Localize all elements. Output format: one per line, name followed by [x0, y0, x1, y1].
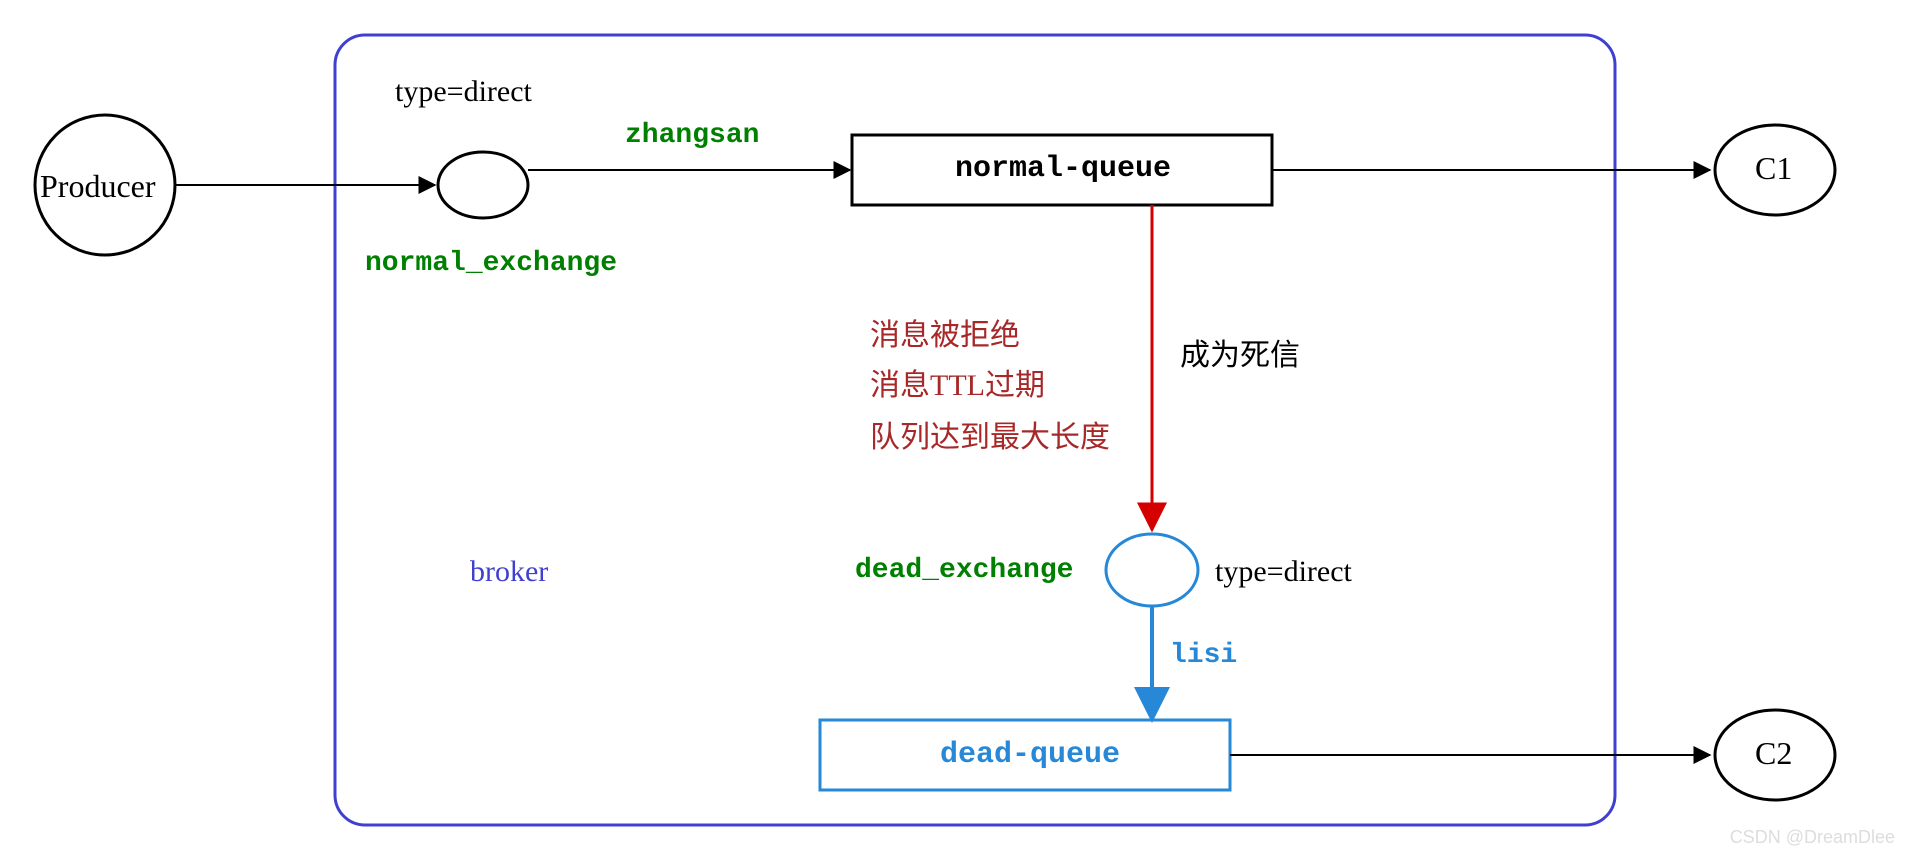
normal-exchange-name: normal_exchange — [365, 248, 617, 279]
dead-routing-key: lisi — [1170, 640, 1237, 671]
normal-exchange-node — [438, 152, 528, 218]
dead-reason-2: 消息TTL过期 — [870, 360, 1045, 404]
dead-reason-1: 消息被拒绝 — [870, 310, 1020, 354]
dead-becomes-label: 成为死信 — [1180, 330, 1300, 374]
dead-exchange-type: type=direct — [1215, 555, 1352, 589]
dead-queue-label: dead-queue — [940, 738, 1120, 772]
consumer1-label: C1 — [1755, 150, 1792, 187]
broker-label: broker — [470, 555, 548, 589]
dead-reason-3: 队列达到最大长度 — [870, 412, 1110, 456]
producer-label: Producer — [40, 168, 156, 205]
dead-exchange-node — [1106, 534, 1198, 606]
normal-routing-key: zhangsan — [625, 120, 759, 151]
normal-exchange-type: type=direct — [395, 75, 532, 109]
dead-exchange-name: dead_exchange — [855, 555, 1073, 586]
watermark: CSDN @DreamDlee — [1730, 827, 1895, 848]
normal-queue-label: normal-queue — [955, 152, 1171, 186]
consumer2-label: C2 — [1755, 735, 1792, 772]
